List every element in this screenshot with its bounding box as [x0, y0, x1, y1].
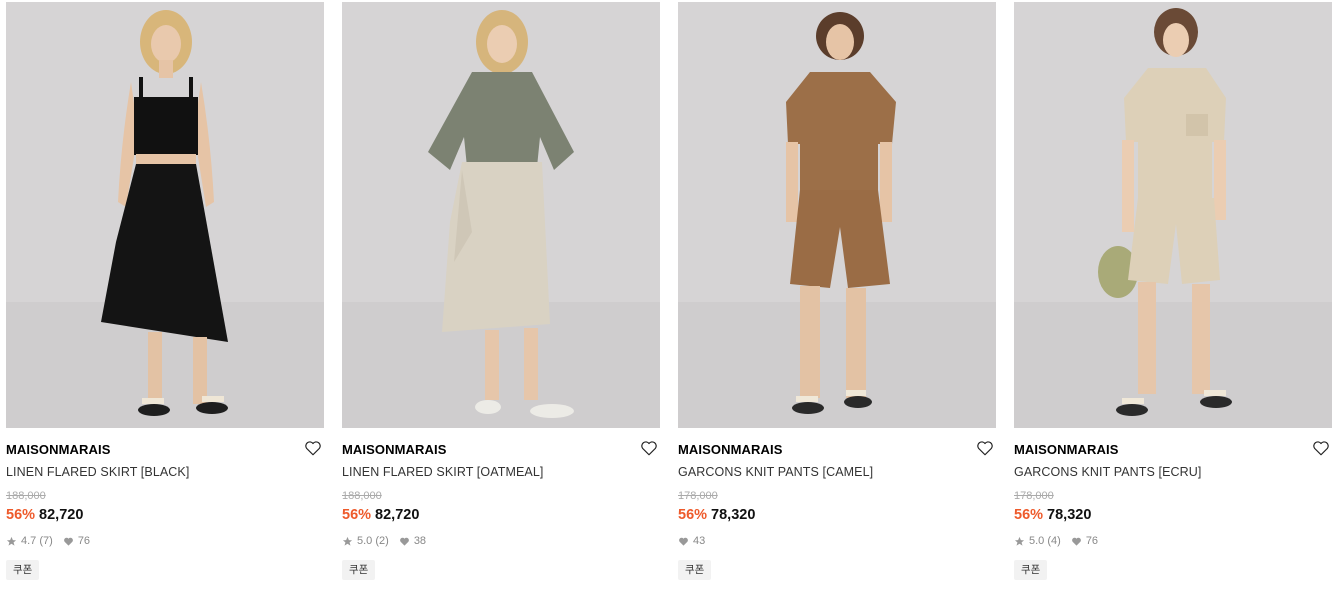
likes: 38 [399, 535, 426, 547]
product-name[interactable]: GARCONS KNIT PANTS [CAMEL] [678, 465, 996, 480]
brand-name[interactable]: MAISONMARAIS [1014, 442, 1332, 458]
price-row: 56% 82,720 [342, 507, 660, 524]
rating-value: 4.7 [21, 535, 37, 547]
rating: 5.0 (2) [342, 535, 389, 547]
review-count: (4) [1047, 535, 1061, 547]
heart-filled-icon [63, 537, 73, 546]
discount-rate: 56% [678, 507, 708, 523]
like-count: 76 [77, 535, 91, 547]
product-image[interactable] [1014, 2, 1332, 428]
product-photo-illustration [678, 2, 996, 428]
product-photo-illustration [6, 2, 324, 428]
coupon-badge[interactable]: 쿠폰 [1014, 560, 1048, 580]
product-card[interactable]: MAISONMARAIS LINEN FLARED SKIRT [OATMEAL… [342, 2, 660, 596]
product-photo-illustration [1014, 2, 1332, 428]
heart-icon[interactable] [640, 439, 660, 459]
product-name[interactable]: GARCONS KNIT PANTS [ECRU] [1014, 465, 1332, 480]
heart-icon[interactable] [976, 439, 996, 459]
product-stats: 4.7 (7) 76 [6, 534, 324, 548]
star-icon [1014, 536, 1025, 546]
product-stats: 5.0 (4) 76 [1014, 534, 1332, 548]
product-info: MAISONMARAIS LINEN FLARED SKIRT [BLACK] … [6, 428, 324, 580]
heart-filled-icon [399, 537, 409, 546]
star-icon [342, 536, 353, 546]
product-image[interactable] [6, 2, 324, 428]
sale-price: 78,320 [1047, 507, 1092, 523]
product-image[interactable] [342, 2, 660, 428]
coupon-badge[interactable]: 쿠폰 [6, 560, 40, 580]
product-stats: 43 [678, 534, 996, 548]
discount-rate: 56% [6, 507, 36, 523]
sale-price: 78,320 [711, 507, 756, 523]
like-count: 38 [413, 535, 427, 547]
review-count: (7) [39, 535, 53, 547]
original-price: 178,000 [1014, 490, 1054, 502]
discount-rate: 56% [1014, 507, 1044, 523]
product-card[interactable]: MAISONMARAIS GARCONS KNIT PANTS [ECRU] 1… [1014, 2, 1332, 596]
product-info: MAISONMARAIS LINEN FLARED SKIRT [OATMEAL… [342, 428, 660, 580]
price-row: 56% 78,320 [1014, 507, 1332, 524]
product-info: MAISONMARAIS GARCONS KNIT PANTS [ECRU] 1… [1014, 428, 1332, 580]
star-icon [6, 536, 17, 546]
price-row: 56% 78,320 [678, 507, 996, 524]
product-photo-illustration [342, 2, 660, 428]
price-row: 56% 82,720 [6, 507, 324, 524]
coupon-badge[interactable]: 쿠폰 [342, 560, 376, 580]
likes: 43 [678, 535, 705, 547]
product-stats: 5.0 (2) 38 [342, 534, 660, 548]
original-price: 188,000 [6, 490, 46, 502]
product-grid: MAISONMARAIS LINEN FLARED SKIRT [BLACK] … [0, 0, 1343, 596]
rating-value: 5.0 [357, 535, 373, 547]
rating-value: 5.0 [1029, 535, 1045, 547]
likes: 76 [63, 535, 90, 547]
heart-filled-icon [679, 537, 688, 546]
product-info: MAISONMARAIS GARCONS KNIT PANTS [CAMEL] … [678, 428, 996, 580]
brand-name[interactable]: MAISONMARAIS [678, 442, 996, 458]
like-count: 76 [1085, 535, 1099, 547]
rating: 4.7 (7) [6, 535, 53, 547]
discount-rate: 56% [342, 507, 372, 523]
heart-icon[interactable] [304, 439, 324, 459]
review-count: (2) [375, 535, 389, 547]
product-name[interactable]: LINEN FLARED SKIRT [OATMEAL] [342, 465, 660, 480]
like-count: 43 [693, 535, 706, 547]
brand-name[interactable]: MAISONMARAIS [6, 442, 324, 458]
original-price: 188,000 [342, 490, 382, 502]
likes: 76 [1071, 535, 1098, 547]
coupon-badge[interactable]: 쿠폰 [678, 560, 712, 580]
sale-price: 82,720 [39, 507, 84, 523]
product-image[interactable] [678, 2, 996, 428]
heart-filled-icon [1071, 537, 1081, 546]
heart-icon[interactable] [1312, 439, 1332, 459]
original-price: 178,000 [678, 490, 718, 502]
product-card[interactable]: MAISONMARAIS LINEN FLARED SKIRT [BLACK] … [6, 2, 324, 596]
product-card[interactable]: MAISONMARAIS GARCONS KNIT PANTS [CAMEL] … [678, 2, 996, 596]
brand-name[interactable]: MAISONMARAIS [342, 442, 660, 458]
product-name[interactable]: LINEN FLARED SKIRT [BLACK] [6, 465, 324, 480]
sale-price: 82,720 [375, 507, 420, 523]
rating: 5.0 (4) [1014, 535, 1061, 547]
